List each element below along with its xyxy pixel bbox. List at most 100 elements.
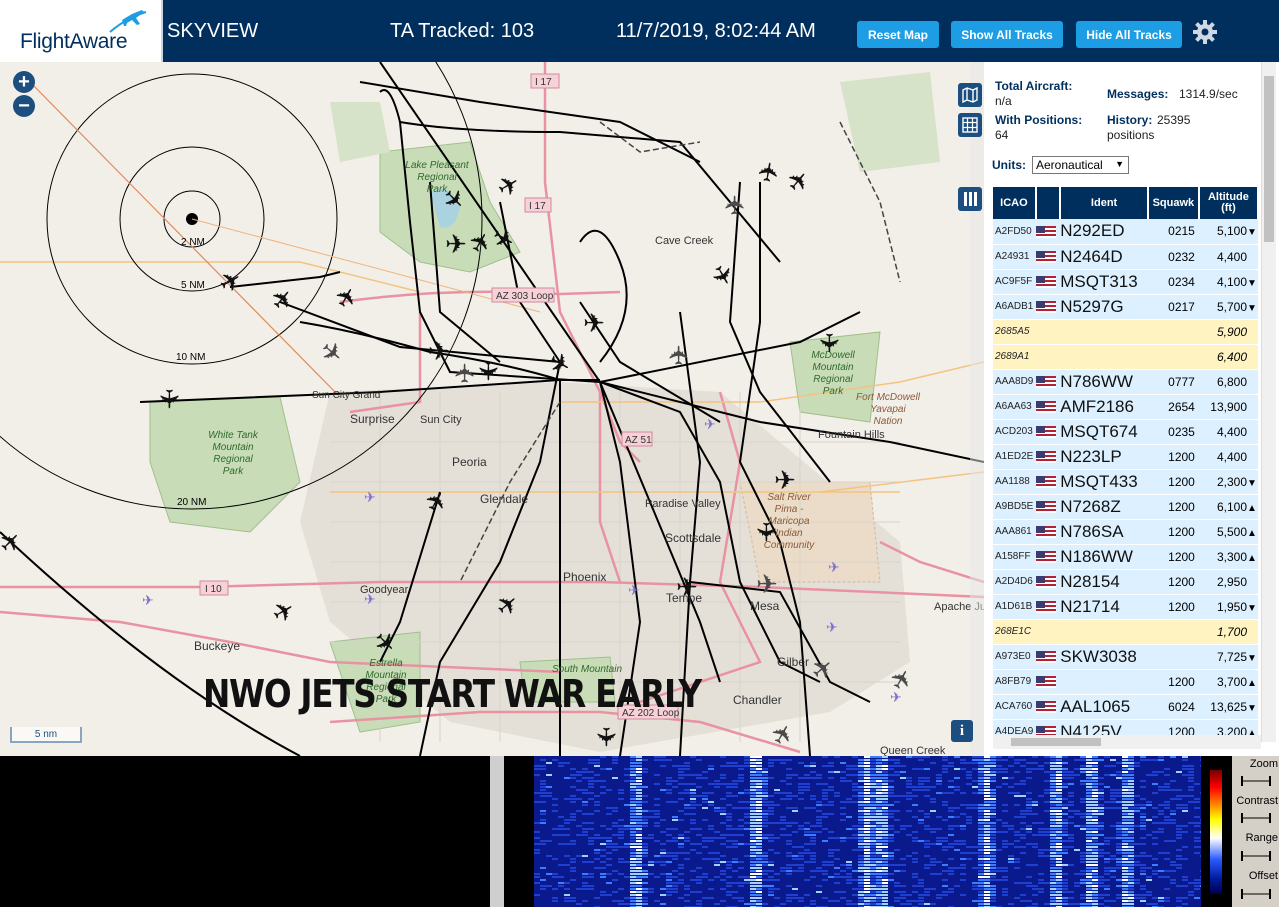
hide-all-tracks-button[interactable]: Hide All Tracks: [1076, 21, 1182, 48]
cell-squawk: 1200: [1147, 594, 1199, 620]
map-view[interactable]: Surprise Sun City Sun City Grand Peoria …: [0, 62, 984, 756]
place-label-gilbert: Gilber: [777, 655, 809, 669]
map-layers-button[interactable]: [958, 83, 982, 107]
flightaware-logo[interactable]: FlightAware: [0, 0, 163, 62]
aircraft-icon[interactable]: ✈: [153, 388, 183, 410]
altitude-trend-icon: ▲: [1247, 502, 1257, 514]
info-button[interactable]: i: [951, 720, 973, 742]
reset-map-button[interactable]: Reset Map: [857, 21, 939, 48]
col-icao[interactable]: ICAO: [993, 187, 1037, 219]
contrast-slider[interactable]: [1241, 813, 1271, 823]
aircraft-icon[interactable]: ✈: [329, 281, 366, 315]
aircraft-icon[interactable]: ✈: [756, 570, 778, 600]
gear-icon[interactable]: [1192, 19, 1218, 45]
aircraft-icon[interactable]: ✈: [765, 718, 802, 752]
table-row[interactable]: AAA8D9 N786WW 0777 6,800: [993, 369, 1258, 395]
table-row[interactable]: AA1188 MSQT433 1200 2,300▼: [993, 469, 1258, 495]
us-flag-icon: [1035, 601, 1056, 614]
airport-icon: ✈: [628, 582, 640, 598]
aircraft-icon[interactable]: ✈: [676, 573, 698, 603]
cell-icao: A2FD50: [993, 219, 1036, 245]
aircraft-icon[interactable]: ✈: [583, 309, 605, 339]
table-row[interactable]: AC9F5F MSQT313 0234 4,100▼: [993, 269, 1258, 295]
col-ident[interactable]: Ident: [1060, 187, 1149, 219]
cell-squawk: 1200: [1147, 544, 1199, 570]
table-row[interactable]: A2FD50 N292ED 0215 5,100▼: [993, 219, 1258, 245]
altitude-value: 5,700: [1216, 299, 1247, 314]
table-row[interactable]: A1D61B N21714 1200 1,950▼: [993, 594, 1258, 620]
table-row[interactable]: A24931 N2464D 0232 4,400: [993, 244, 1258, 270]
place-label-cave-creek: Cave Creek: [655, 235, 714, 247]
park-mcdowell-3: Regional: [813, 374, 853, 385]
aircraft-icon[interactable]: ✈: [428, 337, 450, 367]
table-row[interactable]: A2D4D6 N28154 1200 2,950: [993, 569, 1258, 595]
scale-bar: 5 nm: [10, 727, 82, 743]
altitude-value: 13,625: [1210, 699, 1247, 714]
zoom-in-button[interactable]: +: [13, 71, 35, 93]
aircraft-icon[interactable]: ✈: [267, 594, 301, 631]
aircraft-icon[interactable]: ✈: [665, 344, 695, 366]
offset-slider[interactable]: [1241, 889, 1271, 899]
table-horizontal-scrollbar[interactable]: [993, 735, 1261, 749]
table-row[interactable]: 268E1C 1,700: [993, 619, 1258, 645]
col-flag[interactable]: [1035, 187, 1062, 219]
table-row[interactable]: 2685A5 5,900: [993, 319, 1258, 345]
aircraft-icon[interactable]: ✈: [590, 726, 620, 748]
toggle-columns-button[interactable]: [958, 187, 982, 211]
table-row[interactable]: A6ADB1 N5297G 0217 5,700▼: [993, 294, 1258, 320]
table-row[interactable]: ACD203 MSQT674 0235 4,400: [993, 419, 1258, 445]
panel-divider[interactable]: [490, 756, 504, 907]
aircraft-icon[interactable]: ✈: [781, 164, 818, 200]
park-white-tank-4: Park: [223, 466, 245, 477]
cell-ident: MSQT433: [1060, 469, 1148, 495]
aircraft-icon[interactable]: ✈: [265, 282, 302, 318]
cell-altitude: 5,500▲: [1198, 519, 1258, 545]
altitude-value: 6,800: [1216, 374, 1247, 389]
units-select[interactable]: Aeronautical ▼: [1032, 156, 1129, 174]
table-row[interactable]: A158FF N186WW 1200 3,300▲: [993, 544, 1258, 570]
cell-icao: A8FB79: [993, 669, 1036, 695]
place-label-mesa: Mesa: [750, 599, 780, 613]
park-lake-pleasant-2: Regional: [417, 172, 457, 183]
cell-squawk: 2654: [1147, 394, 1199, 420]
range-slider[interactable]: [1241, 851, 1271, 861]
altitude-trend-icon: ▼: [1247, 227, 1257, 239]
zoom-slider[interactable]: [1241, 776, 1271, 786]
aircraft-icon[interactable]: ✈: [492, 168, 526, 205]
table-row[interactable]: ACA760 AAL1065 6024 13,625▼: [993, 694, 1258, 720]
us-flag-icon: [1035, 451, 1056, 464]
aircraft-icon[interactable]: ✈: [813, 332, 843, 354]
altitude-trend-icon: ▼: [1247, 652, 1257, 664]
zoom-out-button[interactable]: −: [13, 95, 35, 117]
airport-icon: ✈: [142, 592, 154, 608]
cell-ident: MSQT674: [1060, 419, 1148, 445]
aircraft-icon[interactable]: ✈: [542, 346, 576, 383]
aircraft-icon[interactable]: ✈: [313, 335, 349, 372]
altitude-trend-icon: ▲: [1247, 677, 1257, 689]
table-row[interactable]: A9BD5E N7268Z 1200 6,100▲: [993, 494, 1258, 520]
show-all-tracks-button[interactable]: Show All Tracks: [951, 21, 1063, 48]
cell-altitude: 6,400: [1198, 344, 1258, 370]
aircraft-icon[interactable]: ✈: [774, 466, 796, 496]
us-flag-icon: [1035, 476, 1056, 489]
table-row[interactable]: AAA861 N786SA 1200 5,500▲: [993, 519, 1258, 545]
col-altitude[interactable]: Altitude (ft): [1198, 187, 1260, 219]
aircraft-icon[interactable]: ✈: [750, 521, 780, 543]
scrollbar-thumb[interactable]: [1264, 76, 1274, 242]
table-row[interactable]: A973E0 SKW3038 7,725▼: [993, 644, 1258, 670]
cell-ident: N223LP: [1060, 444, 1148, 470]
table-row[interactable]: A6AA63 AMF2186 2654 13,900: [993, 394, 1258, 420]
scrollbar-thumb[interactable]: [1011, 738, 1101, 746]
table-row[interactable]: A8FB79 1200 3,700▲: [993, 669, 1258, 695]
cell-flag: [1035, 644, 1061, 670]
toggle-grid-button[interactable]: [958, 113, 982, 137]
cell-icao: ACA760: [993, 694, 1036, 720]
sidebar-scrollbar[interactable]: [1261, 62, 1276, 742]
cell-icao: A973E0: [993, 644, 1036, 670]
col-squawk[interactable]: Squawk: [1147, 187, 1200, 219]
table-row[interactable]: 2689A1 6,400: [993, 344, 1258, 370]
table-row[interactable]: A1ED2E N223LP 1200 4,400: [993, 444, 1258, 470]
cell-squawk: 1200: [1147, 669, 1199, 695]
aircraft-icon[interactable]: ✈: [451, 362, 481, 384]
aircraft-icon[interactable]: ✈: [721, 194, 751, 216]
